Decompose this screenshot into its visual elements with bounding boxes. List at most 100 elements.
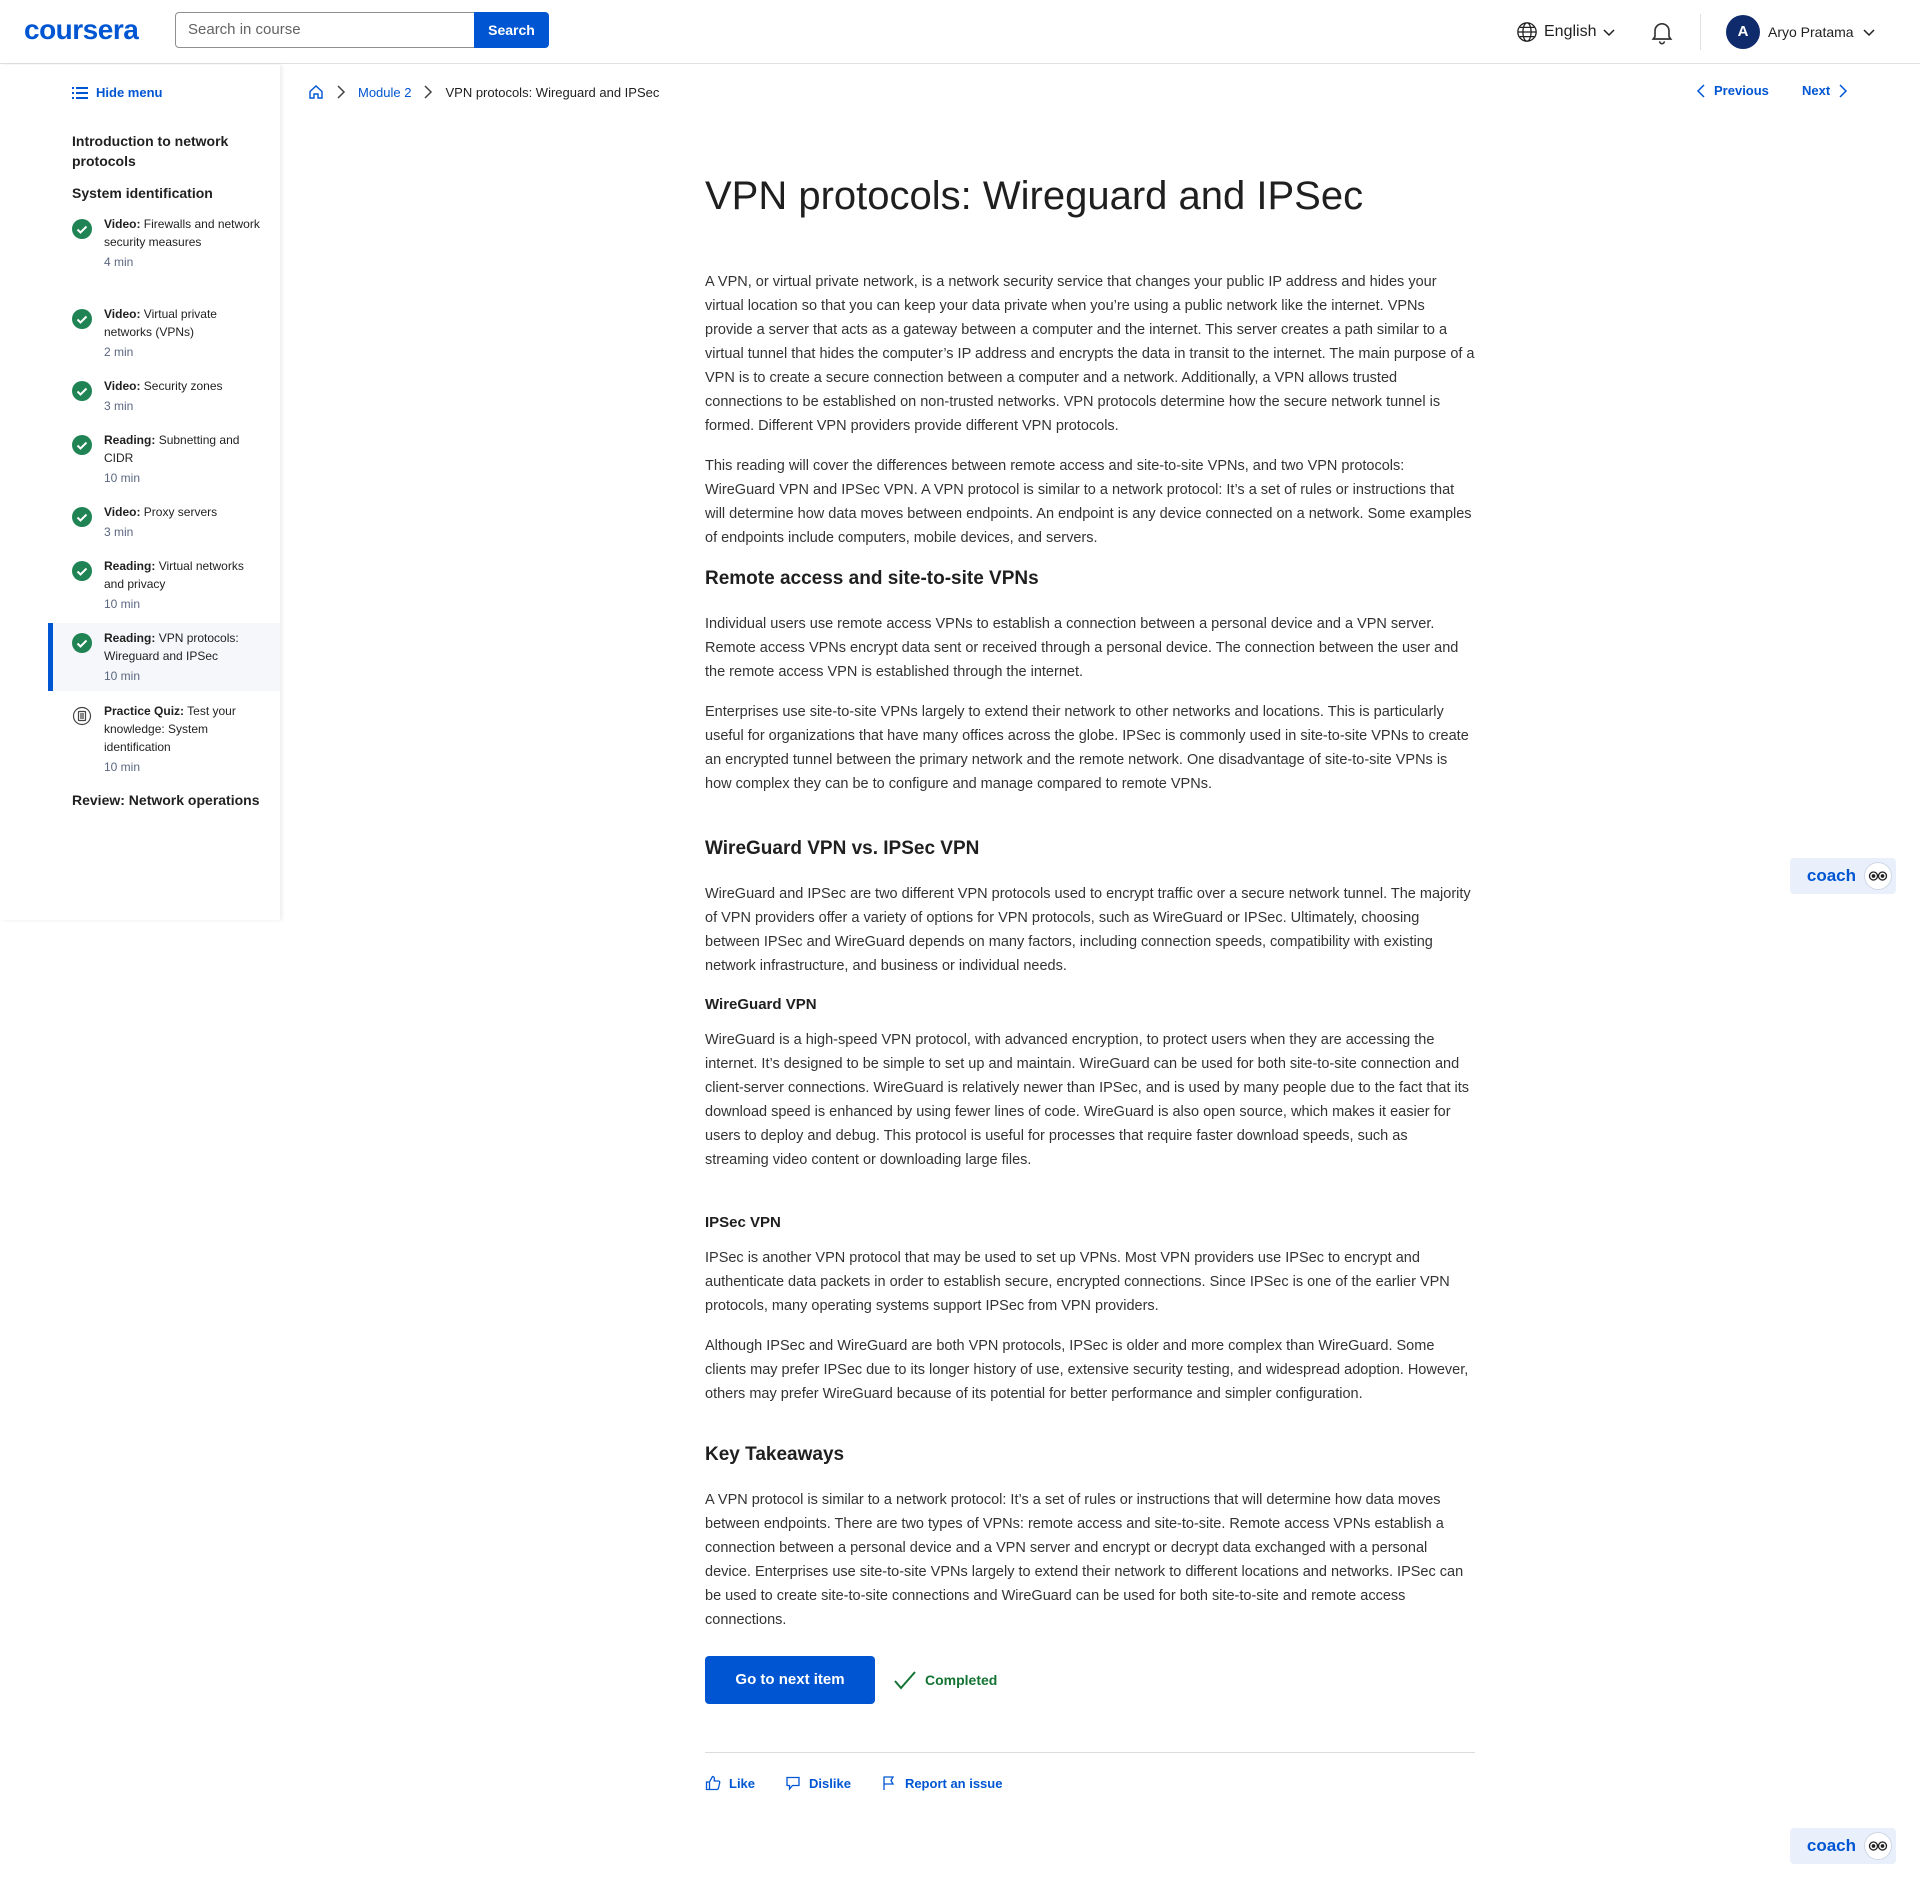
next-button[interactable]: Next [1802,83,1848,98]
sidebar-section-intro[interactable]: Introduction to network protocols [72,131,262,171]
coursera-logo[interactable]: coursera [24,14,139,46]
chevron-right-icon [424,85,433,99]
dislike-button[interactable]: Dislike [785,1775,851,1791]
user-name: Aryo Pratama [1768,24,1854,40]
notifications-bell-icon[interactable] [1648,18,1676,46]
sidebar-section-review[interactable]: Review: Network operations [72,790,262,810]
completed-check-icon [72,633,92,653]
sidebar-section-system-identification[interactable]: System identification [72,183,262,203]
item-duration: 10 min [104,471,141,485]
paragraph: Individual users use remote access VPNs … [705,616,1459,680]
section-heading: WireGuard VPN vs. IPSec VPN [705,838,980,859]
report-label: Report an issue [904,1775,1003,1791]
sidebar-item-active[interactable]: Reading: VPN protocols: Wireguard and IP… [48,623,280,691]
page-title: VPN protocols: Wireguard and IPSec [705,174,1364,218]
sidebar-item[interactable]: Video: Firewalls and network security me… [48,215,280,271]
breadcrumb-module[interactable]: Module 2 [358,85,411,100]
item-duration: 2 min [104,345,134,359]
completed-check-icon [72,219,92,239]
item-duration: 10 min [104,669,141,683]
item-duration: 3 min [104,525,134,539]
paragraph: A VPN, or virtual private network, is a … [705,274,1475,434]
dislike-label: Dislike [809,1775,851,1791]
item-duration: 10 min [104,760,141,774]
chevron-right-icon [1839,83,1848,98]
chevron-left-icon [1696,83,1705,98]
item-type: Video: [104,217,141,231]
coach-label: coach [1806,866,1856,885]
hide-menu-button[interactable]: Hide menu [72,85,162,100]
breadcrumb: Module 2 VPN protocols: Wireguard and IP… [308,84,659,100]
language-selector[interactable]: English [1516,20,1616,44]
paragraph: IPSec is another VPN protocol that may b… [705,1250,1450,1314]
sidebar-item[interactable]: Reading: Virtual networks and privacy 10… [48,557,280,613]
completed-label: Completed [925,1672,998,1688]
item-type: Video: [104,307,141,321]
previous-button[interactable]: Previous [1696,83,1769,98]
coach-eyes-icon [1864,1832,1892,1860]
divider [705,1752,1475,1753]
thumbs-up-icon [705,1775,721,1791]
chevron-down-icon [1603,29,1616,37]
section-heading: Remote access and site-to-site VPNs [705,568,1039,589]
item-type: Reading: [104,631,156,645]
completed-check-icon [72,561,92,581]
subsection-heading: WireGuard VPN [705,996,817,1013]
flag-icon [883,1776,895,1790]
coach-button[interactable]: coach [1790,858,1896,894]
item-title: Proxy servers [143,505,218,519]
breadcrumb-current: VPN protocols: Wireguard and IPSec [445,84,660,100]
next-label: Next [1802,83,1831,98]
chevron-down-icon [1863,29,1875,37]
search-button[interactable]: Search [474,12,549,48]
item-duration: 4 min [104,255,134,269]
search-input[interactable]: Search in course [175,12,475,48]
completed-status: Completed [893,1670,997,1690]
home-icon[interactable] [308,84,324,100]
coach-button[interactable]: coach [1790,1828,1896,1864]
course-outline-sidebar: Hide menu Introduction to network protoc… [0,65,280,920]
completed-check-icon [72,309,92,329]
item-type: Reading: [104,559,156,573]
globe-icon [1517,22,1537,42]
sidebar-item[interactable]: Video: Virtual private networks (VPNs) 2… [48,305,280,361]
sidebar-item[interactable]: Reading: Subnetting and CIDR 10 min [48,431,280,487]
sidebar-item[interactable]: Video: Proxy servers 3 min [48,503,280,541]
item-duration: 3 min [104,399,134,413]
item-type: Video: [104,379,141,393]
reading-content: VPN protocols: Wireguard and IPSec A VPN… [705,170,1475,1791]
quiz-icon [72,706,92,726]
go-to-next-item-button[interactable]: Go to next item [705,1656,875,1704]
avatar: A [1726,15,1760,49]
coach-label: coach [1806,1836,1856,1855]
list-icon [72,86,88,99]
language-label: English [1544,23,1597,40]
paragraph: Although IPSec and WireGuard are both VP… [705,1338,1469,1402]
sidebar-item[interactable]: Practice Quiz: Test your knowledge: Syst… [48,702,280,776]
subsection-heading: IPSec VPN [705,1214,781,1231]
sidebar-item[interactable]: Video: Security zones 3 min [48,377,280,415]
like-button[interactable]: Like [705,1775,755,1791]
top-header: coursera Search in course Search English… [0,0,1920,64]
coach-eyes-icon [1864,862,1892,890]
completed-check-icon [72,507,92,527]
like-label: Like [729,1775,756,1791]
feedback-bar: Like Dislike Report an issue [705,1775,1475,1791]
completed-check-icon [72,381,92,401]
header-divider [1700,14,1701,50]
previous-label: Previous [1714,83,1769,98]
paragraph: Enterprises use site-to-site VPNs largel… [705,704,1469,792]
report-issue-button[interactable]: Report an issue [881,1775,1003,1791]
checkmark-icon [894,1671,916,1690]
paragraph: WireGuard and IPSec are two different VP… [705,886,1471,974]
user-menu[interactable]: A Aryo Pratama [1726,15,1876,49]
completed-check-icon [72,435,92,455]
paragraph: This reading will cover the differences … [705,458,1472,546]
item-type: Reading: [104,433,156,447]
item-type: Video: [104,505,141,519]
item-type: Practice Quiz: [104,704,185,718]
paragraph: WireGuard is a high-speed VPN protocol, … [705,1032,1470,1168]
item-title: Security zones [143,379,223,393]
paragraph: A VPN protocol is similar to a network p… [705,1492,1464,1628]
completion-actions: Go to next item Completed [705,1656,1475,1704]
